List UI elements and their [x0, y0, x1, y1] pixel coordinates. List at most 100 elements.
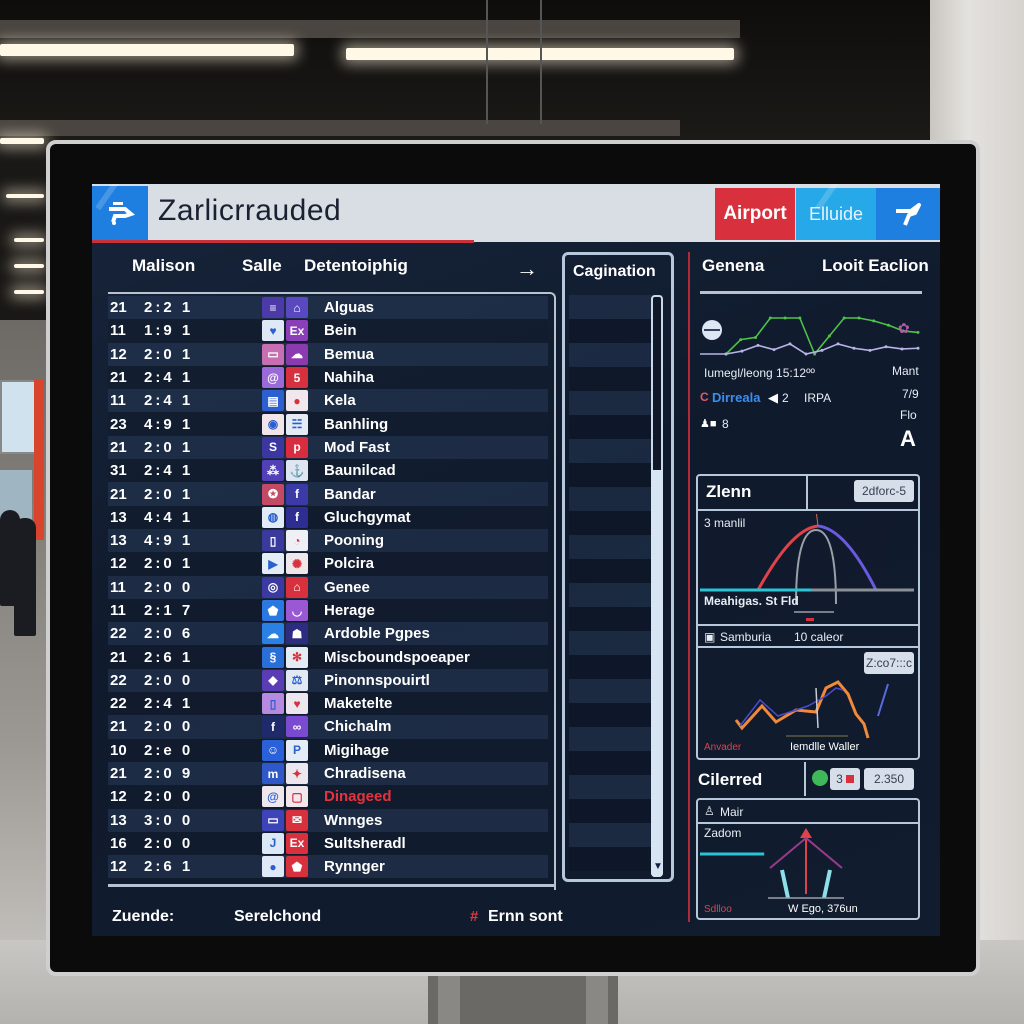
pagination-row[interactable] [569, 439, 663, 463]
zoom-card-title: Zlenn [706, 482, 752, 501]
data-point [788, 342, 792, 346]
table-row[interactable]: 12 2:0 0 @ ▢ Dinageed [108, 785, 548, 809]
pagination-row[interactable] [569, 559, 663, 583]
table-row[interactable]: 21 2:0 0 f ∞ Chichalm [108, 715, 548, 739]
side-label-3: Flo [900, 408, 917, 422]
pagination-row[interactable] [569, 463, 663, 487]
pagination-row[interactable] [569, 535, 663, 559]
table-row[interactable]: 21 2:0 1 Sp Mod Fast [108, 435, 548, 460]
table-row[interactable]: 12 2:0 1 ▭ ☁ Bemua [108, 342, 548, 366]
table-row[interactable]: 13 3:0 0 ▭ ✉ Wnnges [108, 808, 548, 832]
data-point [754, 335, 758, 339]
pagination-row[interactable] [569, 631, 663, 655]
table-row[interactable]: 22 2:0 6 ☁ ☗ Ardoble Pgpes [108, 622, 548, 646]
pagination-row[interactable] [569, 367, 663, 391]
panel-divider [688, 252, 690, 922]
table-row[interactable]: 22 2:4 1 ▯ ♥ Maketelte [108, 692, 548, 716]
puzzle-icon: ✦ [286, 763, 308, 785]
departure-board-screen: Zarlicrrauded Airport Elluide Malison Sa… [92, 184, 940, 936]
pagination-row[interactable] [569, 679, 663, 703]
pagination-row[interactable] [569, 391, 663, 415]
elude-button[interactable]: Elluide [796, 188, 876, 240]
airport-button[interactable]: Airport [715, 188, 795, 240]
table-row[interactable]: 11 2:4 1 ▤ ● Kela [108, 389, 548, 413]
table-row[interactable]: 10 2:e 0 ☺ P Migihage [108, 738, 548, 762]
flight-gate: 21 [110, 718, 127, 736]
pagination-row[interactable] [569, 847, 663, 871]
table-row[interactable]: 31 2:4 1 ⁂ ⚓ Baunilcad [108, 459, 548, 483]
arrow-right-icon[interactable]: → [516, 256, 538, 282]
triangle-down-icon[interactable]: ▼ [653, 861, 663, 872]
pagination-row[interactable] [569, 751, 663, 775]
side-label-1: Mant [892, 364, 919, 378]
pagination-row[interactable] [569, 607, 663, 631]
right-header-1: Genena [702, 256, 765, 275]
plane-icon[interactable] [876, 188, 940, 240]
sticker-icon: ✉ [286, 809, 308, 831]
pagination-title: Cagination [573, 263, 656, 280]
data-point [916, 346, 920, 350]
triangle-left-icon[interactable]: ◀ [768, 390, 778, 406]
pagination-row[interactable] [569, 319, 663, 343]
facebook-icon: f [262, 716, 284, 738]
pagination-row[interactable] [569, 295, 663, 319]
flight-gate: 12 [110, 858, 127, 876]
flight-destination: Chradisena [324, 765, 406, 783]
table-row[interactable]: 11 2:1 7 ⬟ ◡ Herage [108, 598, 548, 623]
zoom-card-badge[interactable]: 2dforc-5 [854, 480, 914, 502]
directions-link[interactable]: Dirreala [712, 390, 760, 405]
table-row[interactable]: 12 2:0 1 ▶ ✺ Polcira [108, 552, 548, 576]
pagination-row[interactable] [569, 775, 663, 799]
table-row[interactable]: 13 4:4 1 ◍ f Gluchgymat [108, 505, 548, 529]
data-point [857, 316, 861, 320]
flight-gate: 22 [110, 625, 127, 643]
pagination-row[interactable] [569, 583, 663, 607]
flight-destination: Pooning [324, 532, 384, 550]
data-point [756, 343, 760, 347]
curve-red [756, 524, 819, 591]
table-row[interactable]: 11 1:9 1 ♥ Ex Bein [108, 319, 548, 343]
table-row[interactable]: 16 2:0 0 J Ex Sultsheradl [108, 831, 548, 856]
mair-footer-left: Sdlloo [704, 904, 732, 915]
mair-title: Mair [720, 805, 744, 819]
flight-time: 2:2 1 [144, 299, 194, 317]
pagination-row[interactable] [569, 415, 663, 439]
table-row[interactable]: 22 2:0 0 ◆ ⚖ Pinonnspouirtl [108, 668, 548, 693]
scrollbar-thumb[interactable] [651, 469, 663, 877]
pagination-row[interactable] [569, 655, 663, 679]
bubble-icon: ◍ [262, 506, 284, 528]
data-point [916, 330, 920, 334]
pagination-row[interactable] [569, 511, 663, 535]
pagination-row[interactable] [569, 487, 663, 511]
arrow-up-icon [800, 828, 812, 838]
ceiling-truss [486, 0, 542, 124]
table-row[interactable]: 13 4:9 1 ▯ ◔ Pooning [108, 528, 548, 553]
table-row[interactable]: 21 2:0 1 ✪ f Bandar [108, 482, 548, 506]
flight-destination: Bemua [324, 345, 375, 363]
pagination-row[interactable] [569, 703, 663, 727]
cilerred-value-1[interactable]: 3 [830, 768, 860, 790]
flight-destination: Migihage [324, 741, 390, 759]
table-row[interactable]: 23 4:9 1 ◉ ☵ Banhling [108, 412, 548, 436]
lock-icon: ⌂ [286, 576, 308, 598]
table-row[interactable]: 21 2:0 9 m ✦ Chradisena [108, 761, 548, 786]
flight-destination: Gluchgymat [324, 508, 411, 526]
table-row[interactable]: 21 2:6 1 § ✻ Miscboundspoeaper [108, 645, 548, 669]
ceiling-beam [0, 120, 680, 136]
route-blue [877, 683, 889, 717]
pagination-row[interactable] [569, 823, 663, 847]
pagination-row[interactable] [569, 799, 663, 823]
table-row[interactable]: 11 2:0 0 ◎ ⌂ Genee [108, 575, 548, 599]
flower-icon: ✻ [286, 646, 308, 668]
cilerred-value-2[interactable]: 2.350 [864, 768, 914, 790]
table-row[interactable]: 21 2:4 1 @5 Nahiha [108, 365, 548, 390]
flight-time: 2:0 1 [144, 485, 194, 503]
pagination-row[interactable] [569, 343, 663, 367]
table-row[interactable]: 12 2:6 1 ● ⬟ Rynnger [108, 855, 548, 879]
pagination-row[interactable] [569, 727, 663, 751]
ceiling-light [14, 264, 44, 268]
table-row[interactable]: 21 2:2 1 ≡ ⌂ Alguas [108, 296, 548, 320]
column-header-destination: Detentoiphig [304, 256, 408, 275]
flight-gate: 12 [110, 555, 127, 573]
brain-icon: ✺ [286, 553, 308, 575]
